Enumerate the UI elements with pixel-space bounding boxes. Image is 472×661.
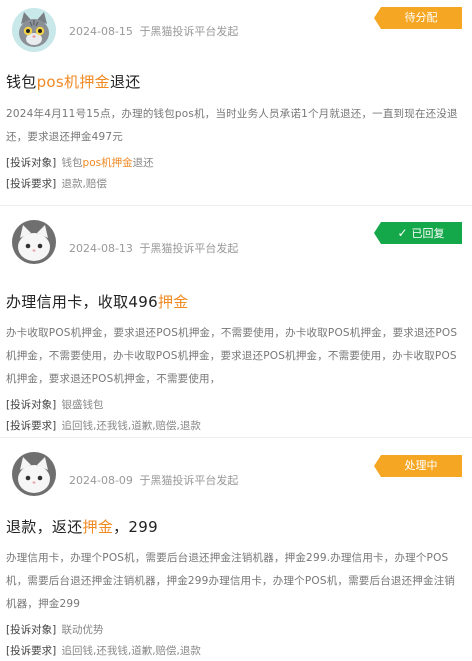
- target-value[interactable]: 银盛钱包: [62, 399, 104, 411]
- white-cat-avatar[interactable]: [12, 220, 56, 264]
- status-label: 待分配: [404, 11, 438, 24]
- complaint-title[interactable]: 退款，返还押金，299: [6, 515, 462, 539]
- complaint-description: 办理信用卡，办理个POS机，需要后台退还押金注销机器，押金299.办理信用卡，办…: [6, 552, 456, 610]
- complaint-feed: 2024-08-15 于黑猫投诉平台发起 待分配 钱包pos机押金退还 2024…: [0, 0, 472, 660]
- post-date: 2024-08-13: [69, 242, 133, 255]
- target-keyword: pos机押金: [82, 157, 133, 169]
- target-value-end: 退还: [132, 157, 154, 169]
- card-header: 2024-08-15 于黑猫投诉平台发起 待分配: [6, 0, 462, 62]
- complaint-target: [投诉对象] 银盛钱包: [6, 395, 462, 415]
- target-label: [投诉对象]: [6, 399, 57, 411]
- title-keyword: 押金: [82, 518, 114, 536]
- target-value-text: 钱包: [61, 157, 83, 169]
- complaint-description: 办卡收取POS机押金，要求退还POS机押金，不需要使用，办卡收取POS机押金，要…: [6, 327, 458, 385]
- status-badge: 待分配: [374, 7, 462, 29]
- post-date: 2024-08-09: [69, 474, 133, 487]
- demand-label: [投诉要求]: [6, 645, 57, 657]
- target-value[interactable]: 钱包pos机押金退还: [62, 157, 154, 169]
- complaint-demand: [投诉要求] 追回钱,还我钱,道歉,赔偿,退款: [6, 641, 462, 661]
- white-cat-avatar[interactable]: [12, 452, 56, 496]
- complaint-title[interactable]: 钱包pos机押金退还: [6, 70, 462, 94]
- post-date: 2024-08-15: [69, 25, 133, 38]
- check-icon: ✓: [397, 226, 408, 240]
- title-text: 钱包: [6, 73, 37, 91]
- complaint-target: [投诉对象] 钱包pos机押金退还: [6, 153, 462, 173]
- demand-label: [投诉要求]: [6, 178, 57, 190]
- status-label: 处理中: [404, 459, 438, 472]
- card-header: 2024-08-13 于黑猫投诉平台发起 ✓ 已回复: [6, 206, 462, 268]
- demand-label: [投诉要求]: [6, 420, 57, 432]
- complaint-target: [投诉对象] 联动优势: [6, 620, 462, 640]
- title-text-end: 退还: [109, 73, 141, 91]
- target-label: [投诉对象]: [6, 624, 57, 636]
- title-text: 退款，返还: [6, 518, 83, 536]
- demand-value: 追回钱,还我钱,道歉,赔偿,退款: [61, 645, 201, 657]
- status-label: 已回复: [411, 227, 445, 240]
- post-source: 于黑猫投诉平台发起: [139, 242, 239, 255]
- target-label: [投诉对象]: [6, 157, 57, 169]
- title-keyword: pos机押金: [36, 73, 110, 91]
- card-header: 2024-08-09 于黑猫投诉平台发起 处理中: [6, 438, 462, 500]
- status-badge: ✓ 已回复: [374, 222, 462, 244]
- status-badge: 处理中: [374, 455, 462, 477]
- complaint-card[interactable]: 2024-08-09 于黑猫投诉平台发起 处理中 退款，返还押金，299 办理信…: [0, 438, 472, 660]
- card-meta: 2024-08-09 于黑猫投诉平台发起: [69, 472, 238, 488]
- complaint-card[interactable]: 2024-08-15 于黑猫投诉平台发起 待分配 钱包pos机押金退还 2024…: [0, 0, 472, 206]
- target-value[interactable]: 联动优势: [62, 624, 104, 636]
- title-text: 办理信用卡，收取496: [6, 293, 158, 311]
- complaint-description: 2024年4月11号15点，办理的钱包pos机，当时业务人员承诺1个月就退还，一…: [6, 108, 458, 143]
- complaint-card[interactable]: 2024-08-13 于黑猫投诉平台发起 ✓ 已回复 办理信用卡，收取496押金 …: [0, 206, 472, 438]
- title-keyword: 押金: [157, 293, 189, 311]
- complaint-demand: [投诉要求] 追回钱,还我钱,道歉,赔偿,退款: [6, 416, 462, 436]
- demand-value: 追回钱,还我钱,道歉,赔偿,退款: [61, 420, 201, 432]
- complaint-demand: [投诉要求] 退款,赔偿: [6, 174, 462, 194]
- post-source: 于黑猫投诉平台发起: [139, 25, 239, 38]
- gray-cat-avatar[interactable]: [12, 8, 56, 52]
- post-source: 于黑猫投诉平台发起: [139, 474, 239, 487]
- title-text-end: ，299: [113, 518, 158, 536]
- card-meta: 2024-08-15 于黑猫投诉平台发起: [69, 23, 238, 39]
- complaint-title[interactable]: 办理信用卡，收取496押金: [6, 290, 462, 314]
- demand-value: 退款,赔偿: [61, 178, 107, 190]
- card-meta: 2024-08-13 于黑猫投诉平台发起: [69, 240, 238, 256]
